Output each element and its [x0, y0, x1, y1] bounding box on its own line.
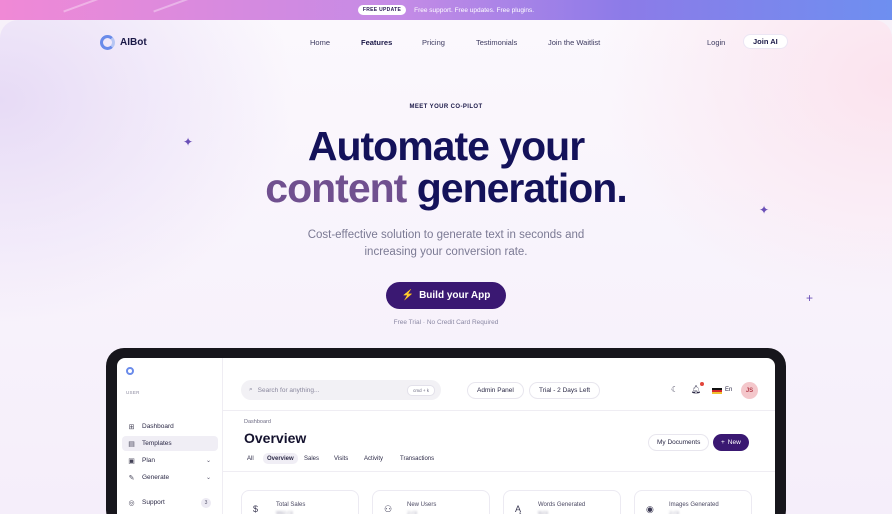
support-count-badge: 3	[201, 497, 211, 508]
site-navbar: AIBot Home Features Pricing Testimonials…	[0, 20, 892, 66]
join-ai-button[interactable]: Join AI	[743, 34, 788, 49]
admin-panel-button[interactable]: Admin Panel	[467, 382, 524, 399]
camera-icon: ◉	[646, 504, 654, 514]
chevron-down-icon: ⌄	[205, 458, 211, 464]
nav-link-testimonials[interactable]: Testimonials	[476, 38, 517, 47]
stat-label: Total Sales	[276, 502, 306, 508]
build-app-button[interactable]: ⚡ Build your App	[386, 282, 506, 309]
grid-icon: ⊞	[128, 423, 135, 431]
cta-note: Free Trial · No Credit Card Required	[393, 319, 499, 326]
stat-label: Images Generated	[669, 502, 719, 508]
sidebar-item-generate[interactable]: ✎ Generate ⌄	[122, 470, 218, 485]
hero-eyebrow: MEET YOUR CO-PILOT	[409, 104, 483, 110]
trial-status-button[interactable]: Trial - 2 Days Left	[529, 382, 601, 399]
tab-visits[interactable]: Visits	[330, 453, 352, 464]
my-documents-button[interactable]: My Documents	[648, 434, 710, 451]
tab-activity[interactable]: Activity	[360, 453, 387, 464]
stat-label: Words Generated	[538, 502, 586, 508]
search-placeholder: Search for anything...	[257, 386, 320, 394]
search-shortcut: cmd + k	[407, 384, 435, 396]
calendar-icon: ▣	[128, 457, 135, 465]
logo-ring-icon	[100, 35, 115, 50]
plus-icon: +	[721, 439, 725, 446]
announcement-banner: FREE UPDATE Free support. Free updates. …	[0, 0, 892, 20]
hero-title-accent: content	[265, 165, 407, 211]
language-label[interactable]: En	[725, 387, 732, 393]
stat-card-images-generated[interactable]: ◉ Images Generated 273	[634, 490, 752, 514]
nav-link-pricing[interactable]: Pricing	[422, 38, 445, 47]
page-title: Overview	[244, 430, 307, 446]
chevron-down-icon: ⌄	[205, 475, 211, 481]
sidebar-item-label: Templates	[142, 440, 172, 447]
header-divider	[223, 410, 775, 411]
tab-all[interactable]: All	[243, 453, 258, 464]
banner-decoration	[153, 0, 267, 13]
sparkle-icon: ✦	[183, 135, 194, 149]
tab-overview[interactable]: Overview	[263, 453, 298, 464]
hero-title-line1: Automate your	[307, 123, 585, 169]
nav-link-home[interactable]: Home	[310, 38, 330, 47]
moon-icon[interactable]: ☾	[671, 385, 678, 394]
sidebar-item-dashboard[interactable]: ⊞ Dashboard	[122, 419, 218, 434]
breadcrumb[interactable]: Dashboard	[244, 419, 271, 425]
sparkle-icon: +	[806, 291, 814, 305]
sidebar-item-plan[interactable]: ▣ Plan ⌄	[122, 453, 218, 468]
new-button-label: New	[727, 439, 741, 446]
stat-card-new-users[interactable]: ⚇ New Users 273	[372, 490, 490, 514]
german-flag-icon[interactable]	[712, 388, 722, 394]
stat-label: New Users	[407, 502, 437, 508]
sidebar-item-templates[interactable]: ▤ Templates	[122, 436, 218, 451]
lightning-icon: ⚡	[401, 290, 415, 301]
notification-dot	[700, 382, 704, 386]
stat-card-words-generated[interactable]: Ą Words Generated 923	[503, 490, 621, 514]
tabs-divider	[223, 471, 775, 472]
nav-link-waitlist[interactable]: Join the Waitlist	[548, 38, 600, 47]
stat-card-total-sales[interactable]: $ Total Sales 99273	[241, 490, 359, 514]
sidebar-item-label: Generate	[142, 474, 170, 481]
app-sidebar: USER ⊞ Dashboard ▤ Templates ▣ Plan ⌄ ✎ …	[117, 358, 223, 514]
avatar[interactable]: JS	[741, 382, 758, 399]
login-link[interactable]: Login	[707, 38, 725, 47]
banner-text: Free support. Free updates. Free plugins…	[414, 6, 535, 14]
search-icon: ⌕	[249, 386, 253, 393]
sidebar-item-label: Plan	[142, 457, 156, 464]
sidebar-heading: USER	[126, 390, 140, 395]
bell-icon[interactable]: 🔔︎	[691, 385, 701, 394]
support-icon: ◎	[128, 499, 135, 507]
brand-logo[interactable]: AIBot	[100, 35, 147, 50]
sparkle-icon: ✦	[759, 203, 770, 217]
tab-sales[interactable]: Sales	[300, 453, 323, 464]
banner-decoration	[63, 0, 177, 13]
user-plus-icon: ⚇	[384, 504, 393, 514]
dollar-icon: $	[253, 504, 259, 514]
document-icon: ▤	[128, 440, 135, 448]
search-input[interactable]: ⌕ Search for anything... cmd + k	[241, 380, 441, 400]
app-preview: USER ⊞ Dashboard ▤ Templates ▣ Plan ⌄ ✎ …	[117, 358, 775, 514]
nav-link-features[interactable]: Features	[361, 38, 392, 47]
build-app-label: Build your App	[419, 290, 491, 301]
sidebar-item-support[interactable]: ◎ Support 3	[122, 495, 218, 510]
pen-icon: ✎	[128, 474, 135, 482]
hero-subtitle-line2: increasing your conversion rate.	[364, 246, 528, 258]
tab-transactions[interactable]: Transactions	[396, 453, 438, 464]
brand-name: AIBot	[120, 37, 147, 48]
app-logo-icon	[126, 367, 134, 375]
sidebar-item-label: Dashboard	[142, 423, 174, 430]
sidebar-item-label: Support	[142, 499, 165, 506]
banner-badge: FREE UPDATE	[357, 5, 407, 15]
new-button[interactable]: + New	[713, 434, 749, 451]
hero-title-rest: generation.	[416, 165, 628, 211]
hero-subtitle-line1: Cost-effective solution to generate text…	[307, 229, 585, 241]
text-icon: Ą	[515, 504, 522, 514]
